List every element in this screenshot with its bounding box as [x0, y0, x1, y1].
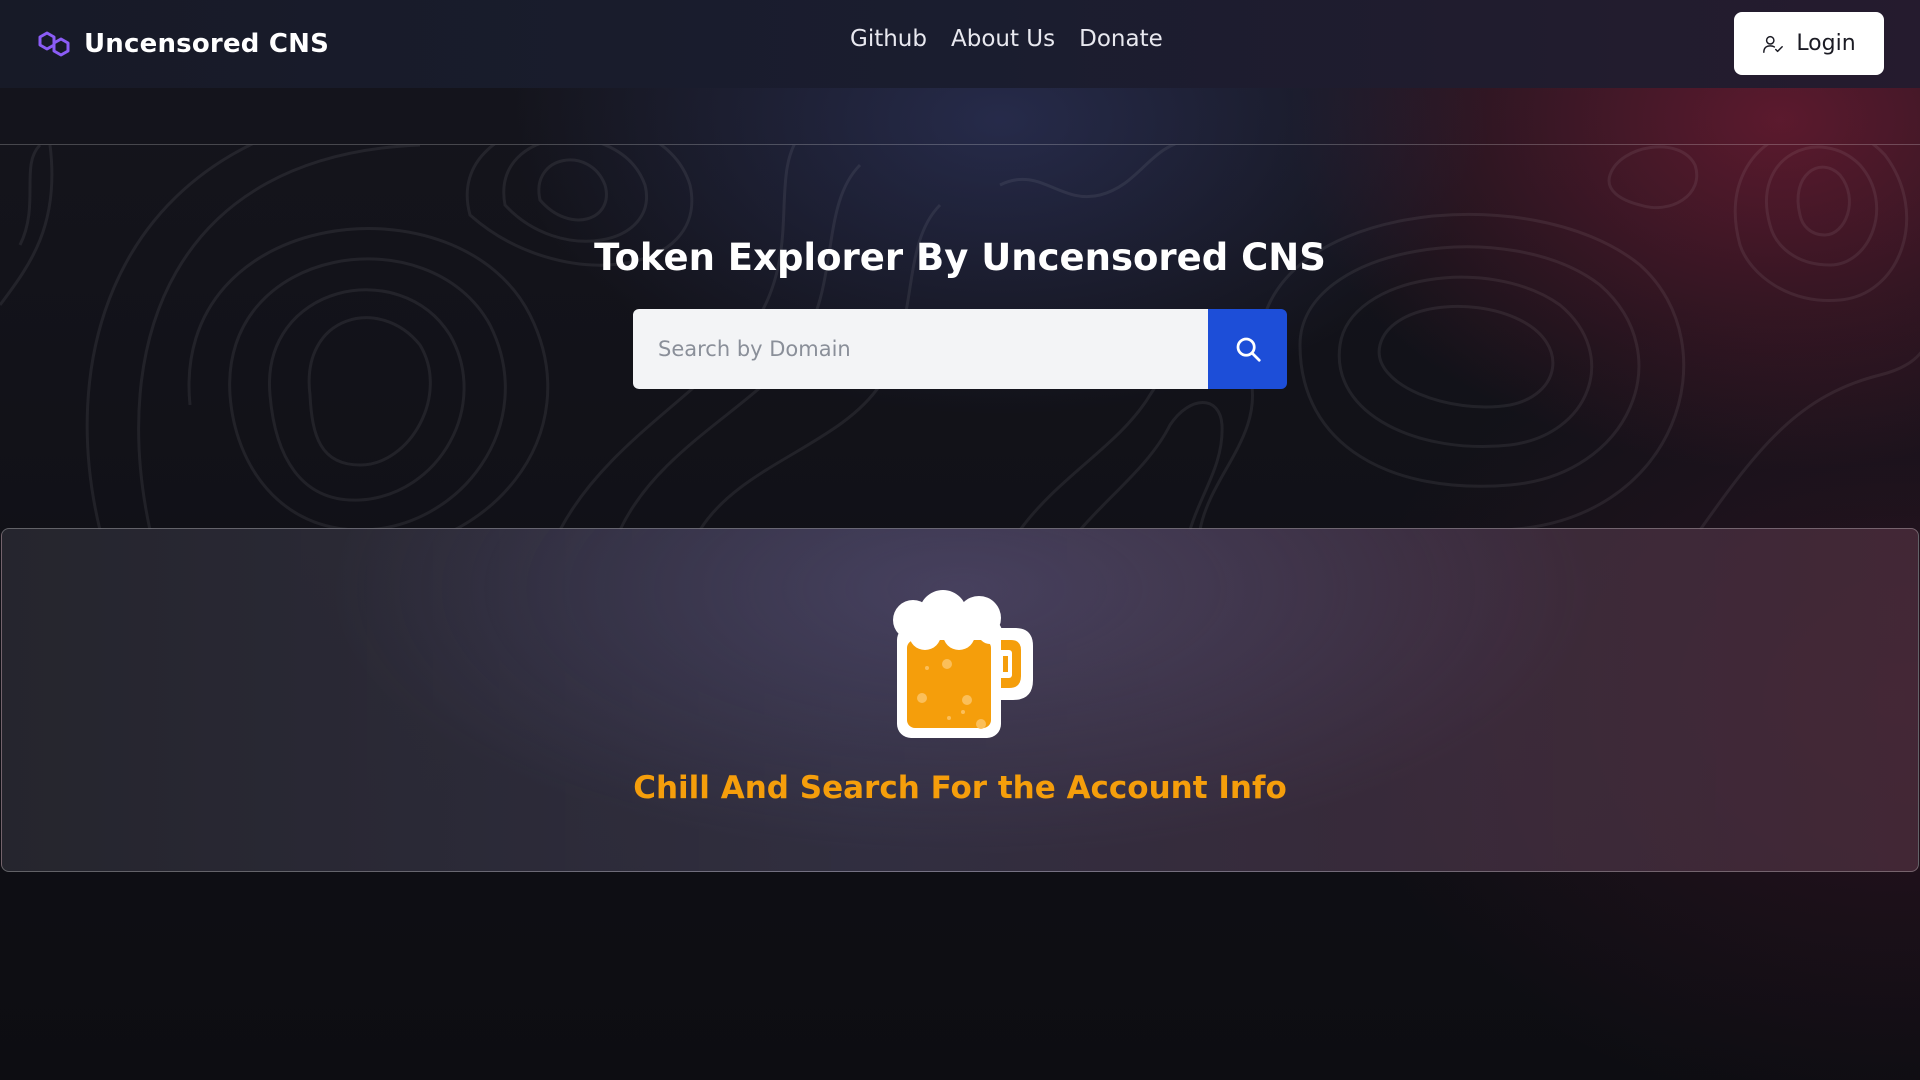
- nav-link-donate[interactable]: Donate: [1079, 26, 1163, 52]
- login-button[interactable]: Login: [1734, 12, 1884, 75]
- empty-state-message: Chill And Search For the Account Info: [633, 770, 1287, 806]
- search-bar: [633, 309, 1287, 389]
- user-check-icon: [1763, 35, 1784, 53]
- search-button[interactable]: [1208, 309, 1287, 389]
- brand-name: Uncensored CNS: [84, 29, 330, 59]
- beer-mug-icon: [893, 590, 1033, 738]
- polygon-link-icon: [38, 31, 70, 57]
- search-input[interactable]: [633, 309, 1208, 389]
- search-icon: [1236, 337, 1261, 362]
- nav-link-github[interactable]: Github: [850, 26, 927, 52]
- section-divider: [0, 144, 1920, 145]
- nav-link-about-us[interactable]: About Us: [951, 26, 1055, 52]
- page-title: Token Explorer By Uncensored CNS: [594, 236, 1326, 279]
- nav-links: Github About Us Donate: [850, 26, 1163, 52]
- login-label: Login: [1796, 31, 1856, 56]
- brand-link[interactable]: Uncensored CNS: [36, 26, 329, 62]
- navbar: Uncensored CNS Github About Us Donate Lo…: [0, 0, 1920, 88]
- page: Uncensored CNS Github About Us Donate Lo…: [0, 0, 1920, 1080]
